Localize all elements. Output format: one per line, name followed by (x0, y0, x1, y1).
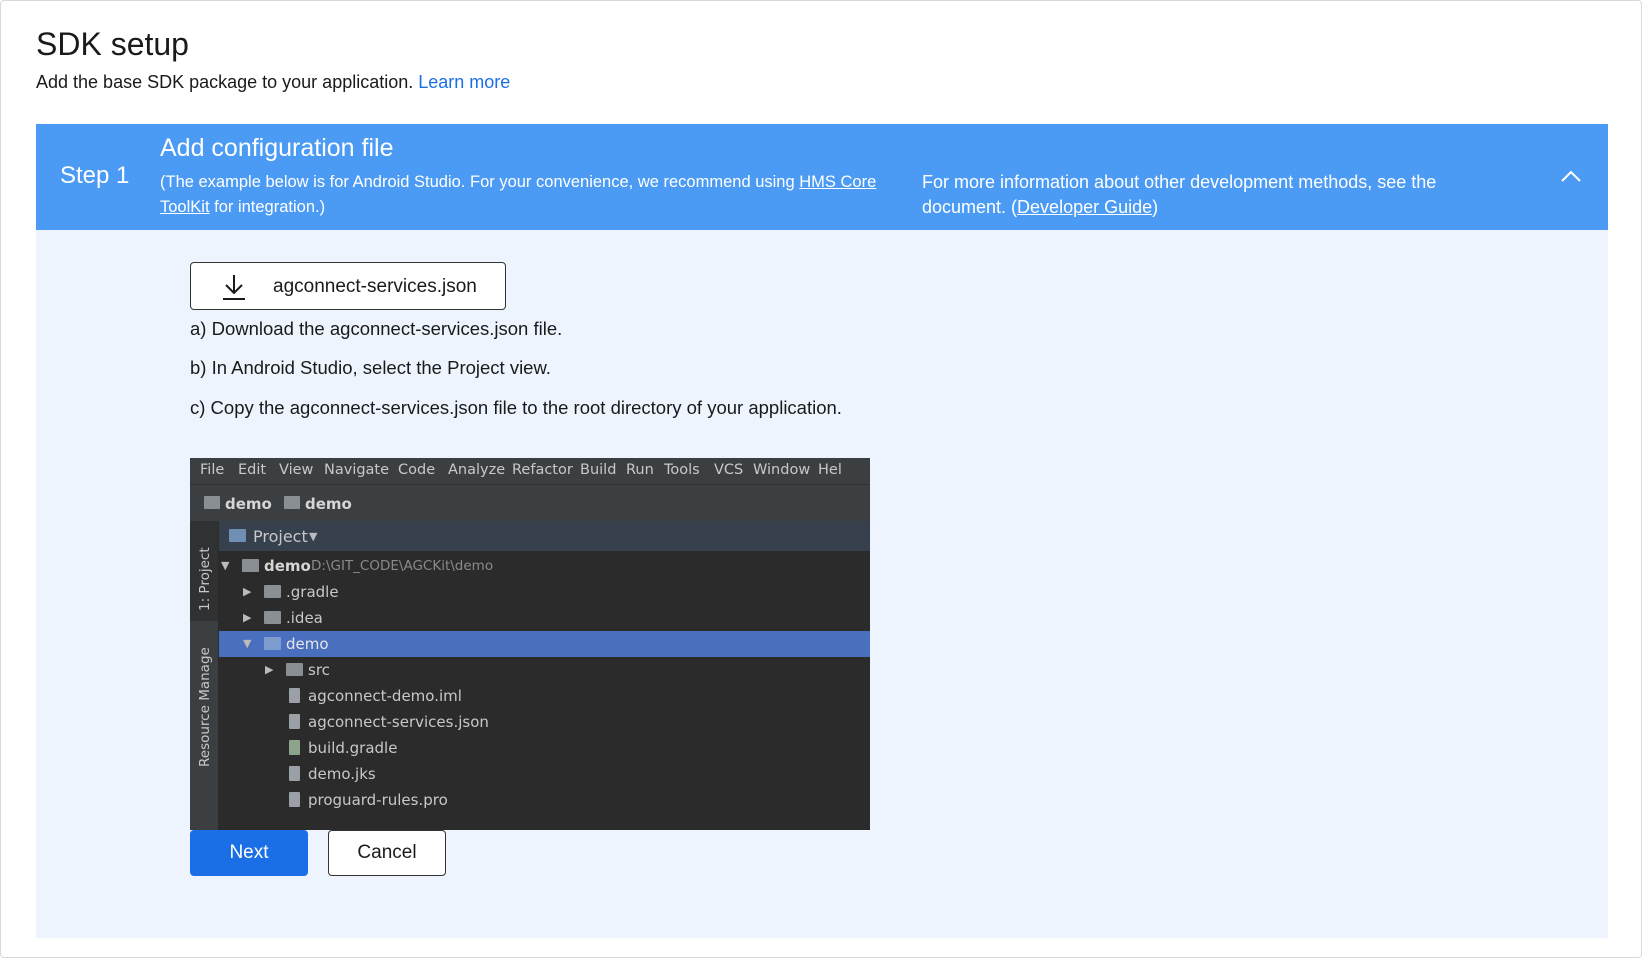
download-config-button[interactable]: agconnect-services.json (190, 262, 506, 310)
tree-row: demo.jks (219, 761, 870, 787)
project-view-icon (229, 529, 246, 542)
step-title: Add configuration file (160, 134, 394, 162)
collapsed-arrow-icon: ▶ (243, 611, 252, 624)
tree-row-label: build.gradle (308, 739, 398, 757)
tree-row: agconnect-demo.iml (219, 683, 870, 709)
step-panel: Step 1 Add configuration file (The examp… (36, 124, 1608, 938)
ide-menu-refactor: Refactor (512, 462, 573, 478)
ide-side-tab-resource-label: Resource Manage (197, 647, 213, 767)
step-note: (The example below is for Android Studio… (160, 170, 900, 220)
tree-row: ▶ src (219, 657, 870, 683)
learn-more-link[interactable]: Learn more (418, 72, 510, 92)
file-icon (289, 766, 300, 781)
ide-menu-tools: Tools (664, 462, 700, 478)
download-label: agconnect-services.json (273, 276, 477, 297)
ide-view-label: Project (253, 527, 308, 546)
step-header[interactable]: Step 1 Add configuration file (The examp… (36, 124, 1608, 230)
step-label: Step 1 (60, 162, 130, 189)
ide-tree-toolbar: Project ▼ (219, 521, 870, 551)
tree-row: ▼ demo D:\GIT_CODE\AGCKit\demo (219, 553, 870, 579)
file-icon (289, 792, 300, 807)
step-more-prefix: For more information about other develop… (922, 172, 1437, 217)
tree-row: ▶ .gradle (219, 579, 870, 605)
ide-menu-window: Window (753, 462, 811, 478)
ide-side-tabs: 1: Project Resource Manage (190, 521, 219, 830)
tree-row: build.gradle (219, 735, 870, 761)
ide-menu-vcs: VCS (714, 462, 744, 478)
instruction-c: c) Copy the agconnect-services.json file… (190, 397, 842, 418)
file-icon (289, 714, 300, 729)
ide-side-tab-project-label: 1: Project (197, 547, 213, 611)
tree-row-label: demo (286, 635, 329, 653)
dropdown-arrow-icon: ▼ (309, 530, 318, 543)
expanded-arrow-icon: ▼ (243, 637, 252, 650)
ide-menu-file: File (200, 462, 225, 478)
tree-row: ▶ .idea (219, 605, 870, 631)
ide-breadcrumb-item: demo (225, 495, 272, 513)
step-note-suffix: for integration.) (209, 198, 326, 216)
page-subtitle: Add the base SDK package to your applica… (36, 72, 510, 93)
ide-side-tab-project: 1: Project (190, 521, 218, 621)
collapsed-arrow-icon: ▶ (265, 663, 274, 676)
tree-row-label: src (308, 661, 330, 679)
ide-breadcrumb-item: demo (305, 495, 352, 513)
step-more-info: For more information about other develop… (922, 170, 1502, 220)
download-icon (219, 272, 249, 302)
tree-row: proguard-rules.pro (219, 787, 870, 813)
instruction-a: a) Download the agconnect-services.json … (190, 318, 563, 339)
tree-row-label: .gradle (286, 583, 339, 601)
step-more-suffix: ) (1152, 197, 1159, 217)
folder-icon (264, 611, 281, 624)
expanded-arrow-icon: ▼ (221, 559, 230, 572)
folder-icon (284, 496, 300, 509)
tree-row-label: agconnect-services.json (308, 713, 489, 731)
next-button[interactable]: Next (190, 830, 308, 876)
tree-row-path: D:\GIT_CODE\AGCKit\demo (311, 558, 494, 574)
instruction-b: b) In Android Studio, select the Project… (190, 357, 551, 378)
ide-menu-view: View (279, 462, 314, 478)
tree-row: agconnect-services.json (219, 709, 870, 735)
cancel-button[interactable]: Cancel (328, 830, 446, 876)
tree-row-label: demo (264, 557, 311, 575)
tree-row-label: .idea (286, 609, 323, 627)
subtitle-text: Add the base SDK package to your applica… (36, 72, 414, 92)
ide-breadcrumb: demo demo (190, 484, 870, 522)
page-title: SDK setup (36, 26, 189, 62)
ide-menu-run: Run (626, 462, 654, 478)
folder-icon (264, 585, 281, 598)
tree-row-label: agconnect-demo.iml (308, 687, 462, 705)
tree-row-label: demo.jks (308, 765, 376, 783)
collapsed-arrow-icon: ▶ (243, 585, 252, 598)
folder-icon (286, 663, 303, 676)
ide-menu-help: Hel (818, 462, 842, 478)
developer-guide-link[interactable]: Developer Guide (1017, 197, 1152, 217)
folder-icon (242, 559, 259, 572)
android-studio-screenshot: File Edit View Navigate Code Analyze Ref… (190, 458, 870, 830)
step-note-prefix: (The example below is for Android Studio… (160, 173, 800, 191)
ide-menu-code: Code (398, 462, 436, 478)
tree-row-selected: ▼ demo (219, 631, 870, 657)
ide-menu-edit: Edit (238, 462, 267, 478)
ide-menubar: File Edit View Navigate Code Analyze Ref… (190, 458, 870, 484)
chevron-up-icon[interactable] (1556, 162, 1586, 192)
ide-menu-build: Build (580, 462, 617, 478)
ide-project-tree: Project ▼ ▼ demo D:\GIT_CODE\AGCKit\demo… (219, 521, 870, 830)
folder-icon (204, 496, 220, 509)
gradle-icon (289, 740, 300, 755)
tree-row-label: proguard-rules.pro (308, 791, 448, 809)
file-icon (289, 688, 300, 703)
ide-menu-navigate: Navigate (324, 462, 390, 478)
folder-icon (264, 637, 281, 650)
ide-menu-analyze: Analyze (448, 462, 506, 478)
